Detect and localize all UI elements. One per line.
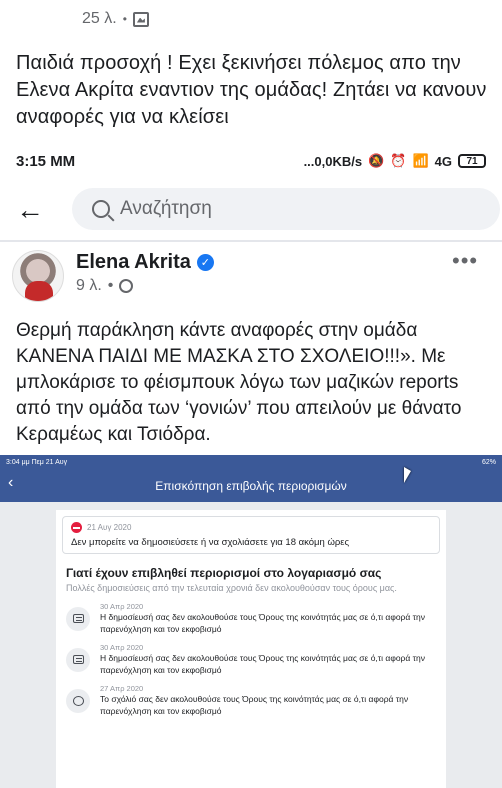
back-arrow-icon[interactable]: ← bbox=[0, 188, 60, 232]
alarm-icon: ⏰ bbox=[390, 153, 407, 168]
violation-text: Το σχόλιό σας δεν ακολουθούσε τους Όρους… bbox=[100, 694, 409, 716]
more-options-icon[interactable]: ••• bbox=[452, 248, 478, 274]
alert-date-row: 21 Αυγ 2020 bbox=[71, 522, 431, 533]
top-post-meta: 25 λ. • bbox=[82, 8, 149, 30]
restriction-alert: 21 Αυγ 2020 Δεν μπορείτε να δημοσιεύσετε… bbox=[62, 516, 440, 554]
embedded-nav-title: Επισκόπηση επιβολής περιορισμών bbox=[155, 478, 347, 493]
mute-icon: 🔕 bbox=[368, 153, 385, 168]
chevron-left-icon: ‹ bbox=[8, 474, 14, 491]
embedded-status-left: 3:04 μμ Πεμ 21 Αυγ bbox=[6, 458, 68, 466]
post-text: Θερμή παράκληση κάντε αναφορές στην ομάδ… bbox=[16, 320, 462, 445]
post-meta: 9 λ. • bbox=[76, 277, 134, 295]
restrictions-subheading: Πολλές δημοσιεύσεις από την τελευταία χρ… bbox=[66, 583, 397, 593]
post-icon bbox=[66, 647, 90, 672]
divider bbox=[0, 240, 502, 242]
embedded-status-bar: 3:04 μμ Πεμ 21 Αυγ 62% bbox=[0, 455, 502, 469]
verified-badge-icon: ✓ bbox=[196, 254, 214, 271]
violation-text: Η δημοσίευσή σας δεν ακολουθούσε τους Όρ… bbox=[100, 653, 426, 675]
violation-date: 27 Απρ 2020 bbox=[100, 684, 144, 693]
violation-text: Η δημοσίευσή σας δεν ακολουθούσε τους Όρ… bbox=[100, 612, 426, 634]
gallery-icon bbox=[132, 11, 149, 27]
search-input[interactable]: Αναζήτηση bbox=[72, 188, 500, 230]
violation-item: 30 Απρ 2020 Η δημοσίευσή σας δεν ακολουθ… bbox=[66, 602, 436, 635]
search-placeholder: Αναζήτηση bbox=[120, 198, 212, 219]
search-row: ← Αναζήτηση bbox=[0, 188, 502, 232]
comment-icon bbox=[66, 688, 90, 713]
network-speed: ...0,0KB/s bbox=[303, 153, 363, 169]
post-icon bbox=[66, 606, 90, 631]
embedded-nav-bar: ‹ Επισκόπηση επιβολής περιορισμών bbox=[0, 469, 502, 502]
violation-date: 30 Απρ 2020 bbox=[100, 602, 144, 611]
status-indicators: ...0,0KB/s 🔕 ⏰ 📶 4G 71 bbox=[304, 153, 486, 169]
restrictions-heading: Γιατί έχουν επιβληθεί περιορισμοί στο λο… bbox=[66, 566, 382, 580]
restrictions-card: 21 Αυγ 2020 Δεν μπορείτε να δημοσιεύσετε… bbox=[56, 510, 446, 788]
network-type: 4G bbox=[434, 153, 452, 169]
violation-date: 30 Απρ 2020 bbox=[100, 643, 144, 652]
blocked-icon bbox=[71, 522, 82, 533]
separator-dot: • bbox=[107, 277, 114, 294]
embedded-status-right: 62% bbox=[481, 458, 496, 466]
search-icon bbox=[92, 200, 110, 218]
alert-message: Δεν μπορείτε να δημοσιεύσετε ή να σχολιά… bbox=[71, 537, 350, 548]
globe-icon bbox=[119, 279, 134, 293]
battery-icon: 71 bbox=[458, 154, 486, 168]
embedded-screenshot: 3:04 μμ Πεμ 21 Αυγ 62% ‹ Επισκόπηση επιβ… bbox=[0, 455, 502, 788]
status-bar: 3:15 ΜΜ ...0,0KB/s 🔕 ⏰ 📶 4G 71 bbox=[0, 148, 502, 174]
author-name[interactable]: Elena Akrita bbox=[76, 251, 191, 274]
mouse-cursor-icon bbox=[404, 467, 411, 483]
top-post-text: Παιδιά προσοχή ! Εχει ξεκινήσει πόλεμος … bbox=[16, 52, 487, 128]
post-author[interactable]: Elena Akrita ✓ bbox=[76, 251, 214, 274]
status-time: 3:15 ΜΜ bbox=[16, 152, 76, 170]
alert-date: 21 Αυγ 2020 bbox=[87, 523, 132, 532]
separator-dot: • bbox=[122, 12, 127, 26]
post-time[interactable]: 9 λ. bbox=[76, 277, 102, 295]
top-post-time: 25 λ. bbox=[82, 10, 117, 27]
violation-item: 30 Απρ 2020 Η δημοσίευσή σας δεν ακολουθ… bbox=[66, 643, 436, 676]
avatar[interactable] bbox=[12, 250, 64, 302]
signal-icon: 📶 bbox=[412, 153, 429, 168]
violation-item: 27 Απρ 2020 Το σχόλιό σας δεν ακολουθούσ… bbox=[66, 684, 436, 717]
